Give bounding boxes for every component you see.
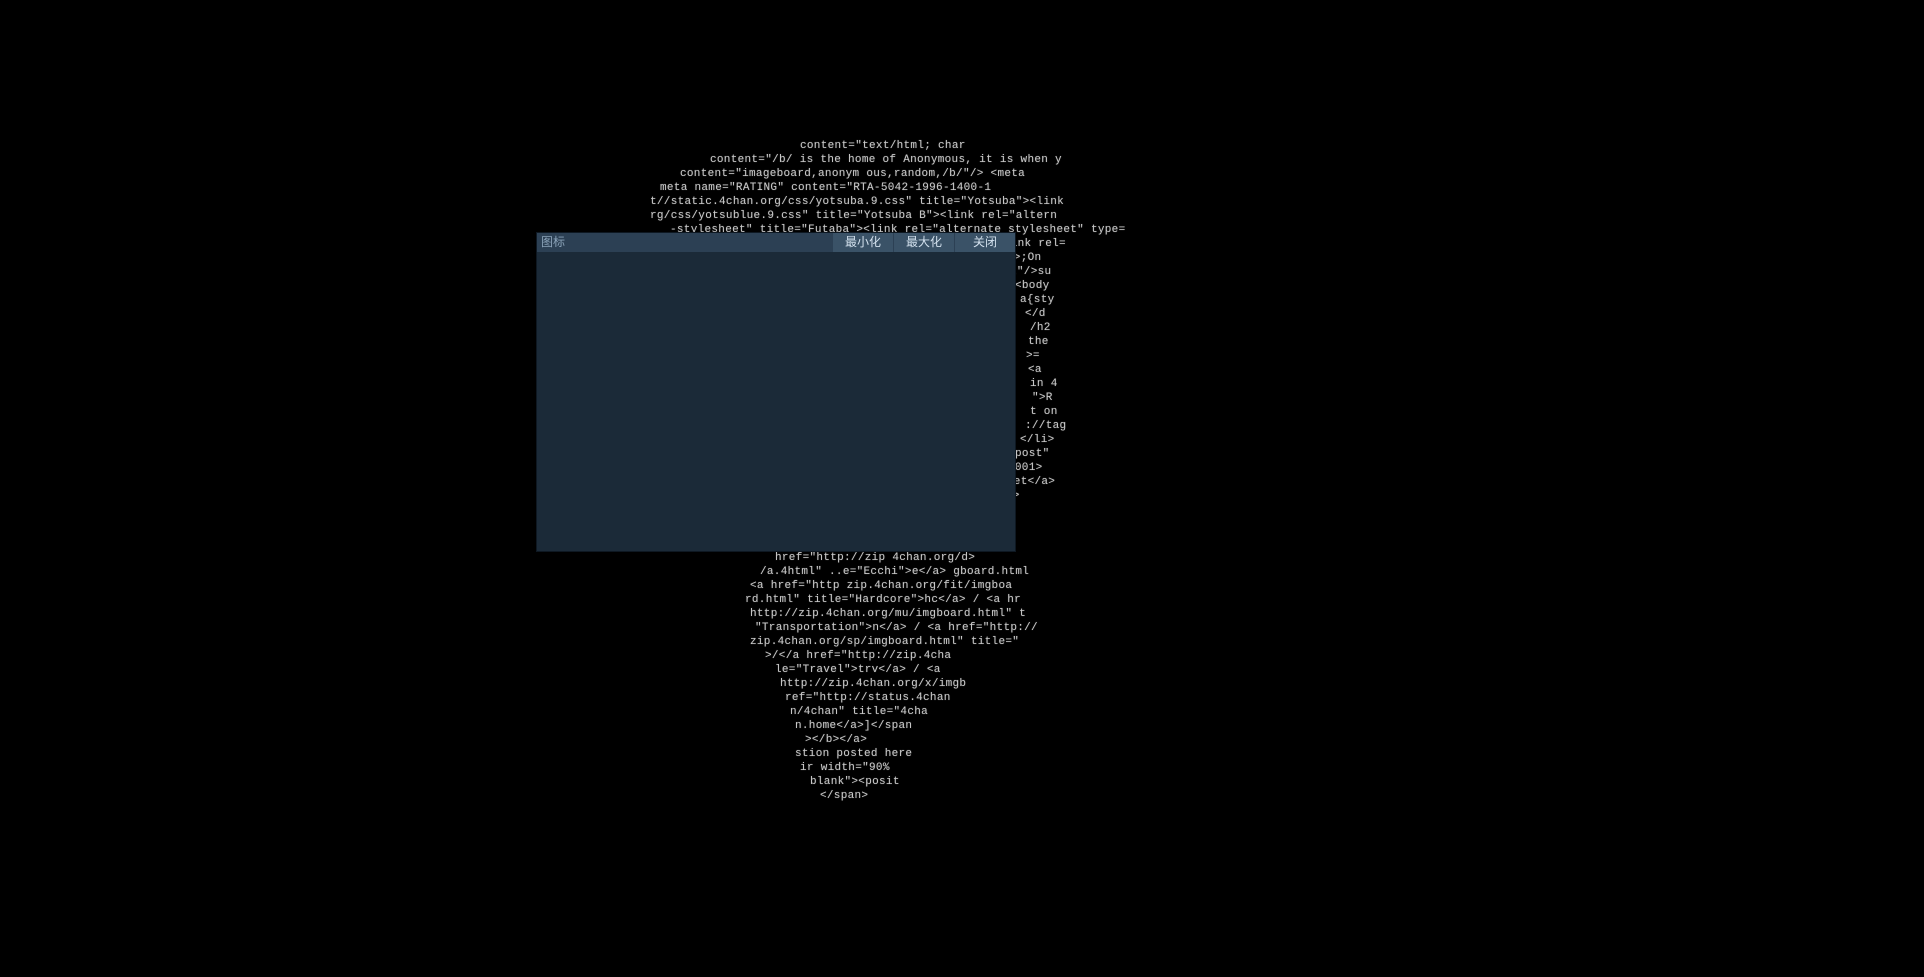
bg-line: blank"><posit	[810, 776, 900, 788]
bg-line: zip.4chan.org/sp/imgboard.html" title="	[750, 636, 1019, 648]
bg-line: href="http://zip 4chan.org/d>	[775, 552, 975, 564]
bg-line: the	[1028, 336, 1049, 348]
bg-line: <a href="http zip.4chan.org/fit/imgboa	[750, 580, 1012, 592]
bg-line: content="text/html; char	[800, 140, 966, 152]
bg-line: rd.html" title="Hardcore">hc</a> / <a hr	[745, 594, 1021, 606]
bg-line: >/</a href="http://zip.4cha	[765, 650, 951, 662]
bg-line: in 4	[1030, 378, 1058, 390]
bg-line: ref="http://status.4chan	[785, 692, 951, 704]
bg-line: </span>	[820, 790, 868, 802]
bg-line: /a.4html" ..e="Ecchi">e</a> gboard.html	[760, 566, 1029, 578]
bg-line: ://tag	[1025, 420, 1066, 432]
bg-line: <body	[1015, 280, 1050, 292]
bg-line: a{sty	[1020, 294, 1055, 306]
bg-line: /h2	[1030, 322, 1051, 334]
bg-line: content="imageboard,anonym ous,random,/b…	[680, 168, 1025, 180]
window-body	[537, 252, 1015, 551]
titlebar-spacer	[569, 233, 832, 252]
close-button[interactable]: 关闭	[955, 233, 1015, 252]
bg-line: http://zip.4chan.org/x/imgb	[780, 678, 966, 690]
bg-line: rg/css/yotsublue.9.css" title="Yotsuba B…	[650, 210, 1057, 222]
bg-line: http://zip.4chan.org/mu/imgboard.html" t	[750, 608, 1026, 620]
minimize-button[interactable]: 最小化	[833, 233, 893, 252]
bg-line: content="/b/ is the home of Anonymous, i…	[710, 154, 1062, 166]
app-window: 图标 最小化 最大化 关闭	[537, 233, 1015, 551]
bg-line: t//static.4chan.org/css/yotsuba.9.css" t…	[650, 196, 1064, 208]
bg-line: stion posted here	[795, 748, 912, 760]
bg-line: ir width="90%	[800, 762, 890, 774]
bg-line: t on	[1030, 406, 1058, 418]
bg-line: le="Travel">trv</a> / <a	[775, 664, 941, 676]
window-title: 图标	[537, 233, 569, 252]
bg-line: ></b></a>	[805, 734, 867, 746]
bg-line: "Transportation">n</a> / <a href="http:/…	[755, 622, 1038, 634]
bg-line: <a	[1028, 364, 1042, 376]
bg-line: >=	[1026, 350, 1040, 362]
titlebar[interactable]: 图标 最小化 最大化 关闭	[537, 233, 1015, 252]
bg-line: meta name="RATING" content="RTA-5042-199…	[660, 182, 991, 194]
bg-line: n.home</a>]</span	[795, 720, 912, 732]
bg-line: post"	[1015, 448, 1050, 460]
bg-line: </d	[1025, 308, 1046, 320]
bg-line: </li>	[1020, 434, 1055, 446]
maximize-button[interactable]: 最大化	[894, 233, 954, 252]
bg-line: ">R	[1032, 392, 1053, 404]
bg-line: l"/>su	[1010, 266, 1051, 278]
bg-line: n/4chan" title="4cha	[790, 706, 928, 718]
